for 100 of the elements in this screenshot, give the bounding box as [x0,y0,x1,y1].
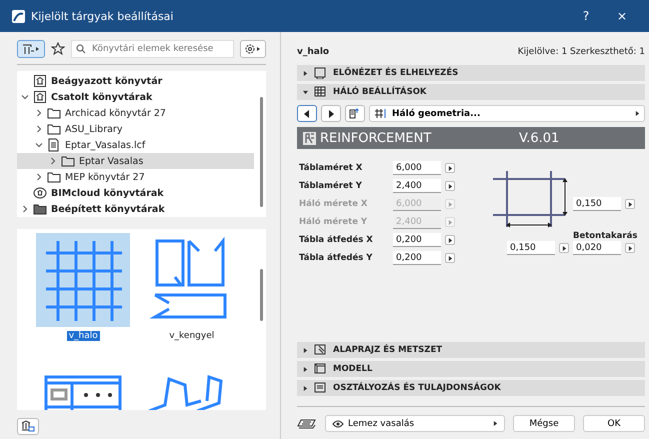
help-button[interactable]: ? [571,8,601,24]
tree-item[interactable]: ASU_Library [17,121,254,138]
section-header[interactable]: HÁLÓ BEÁLLÍTÁSOK [297,84,645,100]
number-field[interactable]: 0,200 [393,233,441,247]
tree-item[interactable]: Beágyazott könyvtár [17,73,254,90]
arrow-button[interactable] [445,253,455,263]
window-title: Kijelölt tárgyak beállításai [31,10,174,22]
cover-label: Betontakarás [573,231,638,241]
triangle-icon [448,256,452,260]
plan-icon [314,344,327,356]
arrow-button[interactable] [625,243,635,253]
library-menu-icon [21,43,41,56]
section-header[interactable]: ALAPRAJZ ÉS METSZET [297,342,645,358]
arrow-right-icon [328,110,334,118]
triangle-icon [448,166,452,170]
object-name: v_halo [297,47,330,57]
library-manager-button[interactable] [17,418,39,436]
object-thumbnail[interactable] [36,233,130,328]
page-list-icon [349,108,361,119]
number-field[interactable]: 6,000 [393,161,441,175]
ok-button[interactable]: OK [583,415,645,432]
cover-field[interactable]: 0,020 [573,241,621,255]
cloud-library-icon [33,186,47,200]
section-title: HÁLÓ BEÁLLÍTÁSOK [333,87,426,97]
triangle-icon [635,111,640,116]
folder-icon [33,202,47,216]
number-field[interactable]: 0,200 [393,251,441,265]
caret-right-icon [303,348,308,352]
arrow-button[interactable] [559,243,569,253]
tree-item-label: ASU_Library [65,124,122,135]
library-menu-button[interactable] [17,40,45,58]
folder-icon [47,170,61,184]
tree-item[interactable]: Eptar Vasalas [17,153,254,170]
section-title: ELŐNÉZET ÉS ELHELYEZÉS [333,68,458,78]
field-label: Tábla átfedés X [299,235,374,245]
grid-icon [314,86,327,98]
spacing-y-field[interactable]: 0,150 [573,197,621,211]
settings-button[interactable] [240,40,266,58]
page-dropdown[interactable]: Háló geometria... [369,105,645,122]
scrollbar[interactable] [260,97,263,208]
logo-icon [303,132,316,144]
gear-icon [244,43,262,56]
chevron-right-icon[interactable] [35,173,43,182]
search-icon [76,44,86,54]
previous-button[interactable] [297,105,317,122]
close-button[interactable]: × [607,8,637,24]
monitor-icon [314,67,327,79]
arrow-button[interactable] [445,181,455,191]
cancel-button[interactable]: Mégse [513,415,575,432]
section-header[interactable]: ELŐNÉZET ÉS ELHELYEZÉS [297,65,645,81]
tree-item[interactable]: Csatolt könyvtárak [17,89,254,106]
number-field[interactable]: 2,400 [393,179,441,193]
section-header[interactable]: OSZTÁLYOZÁS ÉS TULAJDONSÁGOK [297,380,645,396]
arrow-button[interactable] [445,235,455,245]
triangle-icon [448,238,452,242]
tree-item-label: Beépített könyvtárak [51,204,165,215]
caret-right-icon [303,366,308,372]
field-label: Tábla átfedés Y [299,253,374,263]
eye-icon [332,420,344,428]
chevron-right-icon[interactable] [35,125,43,134]
folder-icon [47,122,61,136]
section-title: MODELL [333,364,372,374]
tree-item[interactable]: Beépített könyvtárak [17,201,254,218]
arrow-button[interactable] [445,163,455,173]
tree-item[interactable]: Archicad könyvtár 27 [17,105,254,122]
chevron-down-icon[interactable] [35,141,43,150]
app-logo-icon [12,10,25,22]
chevron-right-icon[interactable] [49,157,57,166]
next-button[interactable] [321,105,341,122]
spacing-x-field[interactable]: 0,150 [507,241,555,255]
version-label: V.6.01 [519,130,560,146]
folder-icon [47,106,61,120]
tree-item[interactable]: Eptar_Vasalas.lcf [17,137,254,154]
section-title: ALAPRAJZ ÉS METSZET [333,345,442,355]
caret-down-icon [303,90,308,94]
section-header[interactable]: MODELL [297,361,645,377]
field-label: Táblaméret Y [299,181,363,191]
triangle-icon [628,246,632,250]
tree-item-label: MEP könyvtár 27 [65,172,145,183]
arrow-button[interactable] [625,199,635,209]
tree-item[interactable]: MEP könyvtár 27 [17,169,254,186]
tree-item-label: BIMcloud könyvtárak [51,188,164,199]
tree-item[interactable]: BIMcloud könyvtárak [17,185,254,202]
library-manager-icon [21,420,35,432]
chevron-down-icon[interactable] [21,93,29,102]
page-list-button[interactable] [345,105,365,122]
tree-item-label: Eptar_Vasalas.lcf [65,140,146,151]
chevron-right-icon[interactable] [35,109,43,118]
field-label: Táblaméret X [299,163,364,173]
star-icon[interactable] [51,42,65,56]
layer-dropdown[interactable]: Lemez vasalás [325,415,505,432]
section-title: OSZTÁLYOZÁS ÉS TULAJDONSÁGOK [333,383,501,393]
cube-icon [314,363,327,375]
chevron-right-icon[interactable] [21,205,29,214]
scrollbar[interactable] [260,269,263,322]
selection-count: Kijelölve: 1 Szerkeszthető: 1 [518,47,645,57]
field-label: Háló mérete Y [299,217,368,227]
triangle-icon [448,184,452,188]
search-field[interactable]: Könyvtári elemek keresése [71,40,234,58]
grid-icon [374,108,388,119]
